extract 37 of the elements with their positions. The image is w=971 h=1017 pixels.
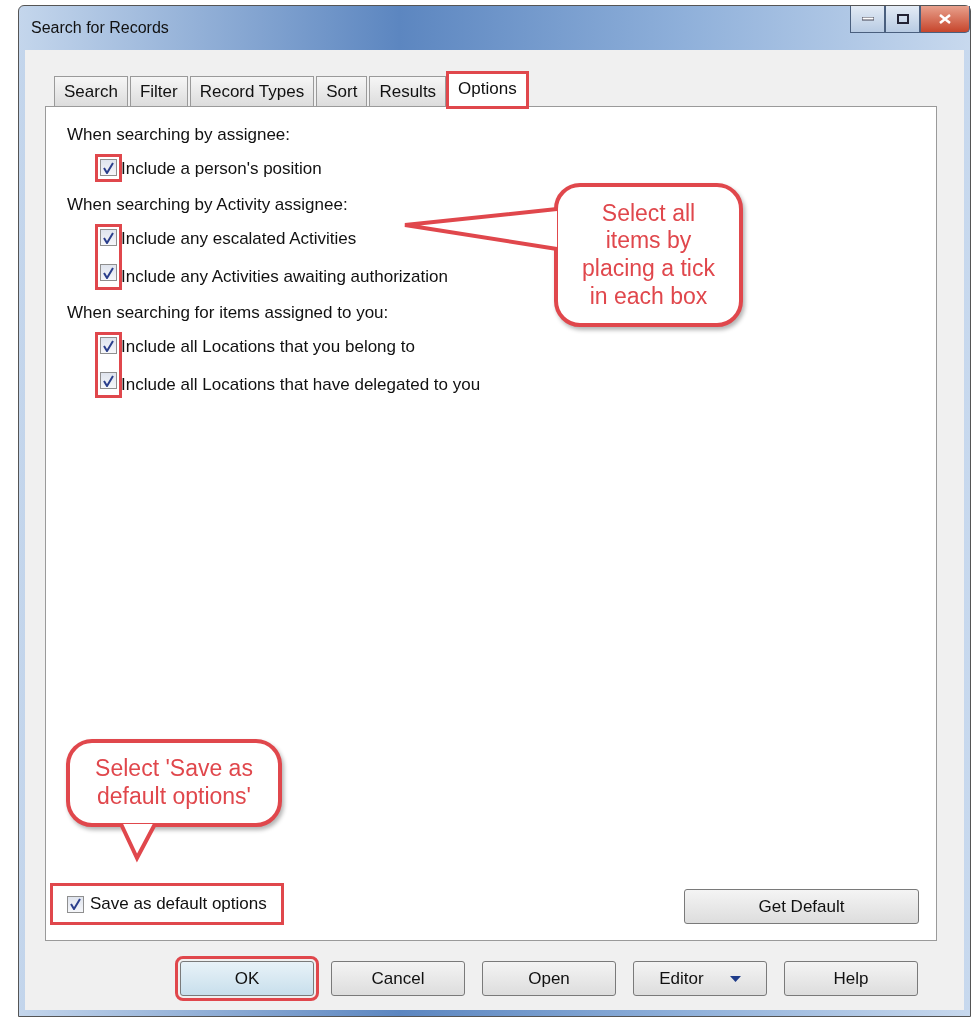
checkbox[interactable] (100, 229, 117, 246)
tab[interactable]: Results (369, 76, 447, 106)
tab[interactable]: Search (54, 76, 128, 106)
checkbox[interactable] (67, 895, 84, 913)
callout-bubble: Select 'Save as default options' (66, 739, 282, 827)
checkbox[interactable] (100, 372, 117, 389)
dialog-button[interactable]: Cancel (331, 961, 465, 996)
editor-button[interactable]: Editor (633, 961, 767, 996)
dialog-button[interactable]: Help (784, 961, 918, 996)
group-heading: When searching by Activity assignee: (67, 195, 348, 216)
callout-bubble: Select all items by placing a tick in each box (554, 183, 743, 327)
minimize-icon (861, 17, 874, 21)
maximize-button[interactable] (885, 6, 920, 33)
group-heading: When searching by assignee: (67, 125, 291, 146)
group-heading: When searching for items assigned to you: (67, 303, 389, 324)
callout-pointer (119, 822, 159, 862)
option-label: Save as default options (90, 893, 267, 915)
caret-icon (729, 975, 741, 982)
checkbox[interactable] (100, 264, 117, 281)
checkbox[interactable] (100, 159, 117, 176)
window-title: Search for Records (31, 19, 169, 37)
tab[interactable]: Options (448, 73, 527, 107)
close-icon (939, 14, 951, 24)
minimize-button[interactable] (850, 6, 885, 33)
dialog-button[interactable]: Open (482, 961, 616, 996)
option-label: Include all Locations that you belong to (121, 336, 416, 358)
option-label: Include all Locations that have delegated to you (121, 374, 481, 396)
option-label: Include a person's position (121, 158, 322, 180)
tab[interactable]: Record Types (189, 76, 315, 106)
get-default-button[interactable]: Get Default (684, 889, 919, 924)
checkbox[interactable] (100, 337, 117, 354)
option-label: Include any escalated Activities (121, 228, 358, 250)
tab[interactable]: Filter (129, 76, 188, 106)
option-label: Include any Activities awaiting authorization (121, 266, 448, 288)
maximize-icon (896, 14, 909, 24)
close-button[interactable] (920, 6, 970, 33)
tab[interactable]: Sort (316, 76, 368, 106)
